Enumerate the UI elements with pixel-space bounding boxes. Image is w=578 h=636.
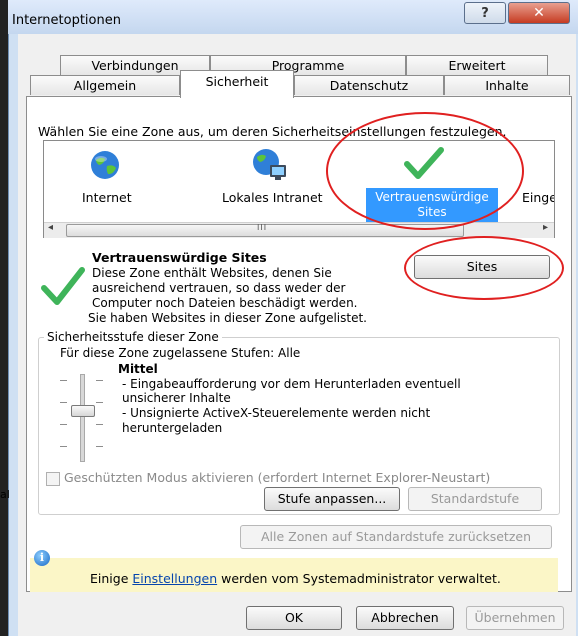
globe-icon	[91, 151, 119, 179]
help-button[interactable]: ?	[464, 2, 506, 24]
zone-vertrauenswuerdige-sites[interactable]	[404, 146, 444, 180]
background-text-fragment: al	[0, 488, 10, 501]
zone-label-eingeschraenkte-sites[interactable]: Einge	[522, 190, 554, 205]
security-level-slider[interactable]	[60, 372, 116, 462]
admin-info-prefix: Einige	[90, 571, 133, 586]
scroll-left-arrow[interactable]: ◂	[48, 222, 53, 233]
scrollbar-grip: III	[257, 223, 268, 232]
zone-lokales-intranet[interactable]	[252, 148, 288, 182]
admin-info-text: Einige Einstellungen werden vom Systemad…	[90, 571, 501, 586]
zone-info-checkmark	[40, 262, 86, 308]
level-description-1b: unsicherer Inhalte	[122, 391, 231, 405]
checkmark-icon	[41, 267, 85, 305]
level-description-1: - Eingabeaufforderung vor dem Herunterla…	[122, 377, 461, 391]
close-button[interactable]: ✕	[508, 2, 570, 24]
apply-button[interactable]: Übernehmen	[466, 606, 564, 630]
annotation-circle-sites-button	[404, 236, 564, 300]
close-icon: ✕	[533, 5, 545, 21]
ok-button[interactable]: OK	[246, 606, 342, 630]
tab-sicherheit[interactable]: Sicherheit	[180, 70, 294, 98]
window-title: Internetoptionen	[12, 13, 121, 28]
level-description-2b: heruntergeladen	[122, 421, 223, 435]
security-level-name: Mittel	[118, 362, 158, 376]
tab-allgemein[interactable]: Allgemein	[30, 75, 180, 95]
checkmark-icon	[404, 147, 444, 179]
zone-info-heading: Vertrauenswürdige Sites	[92, 250, 267, 265]
admin-info-suffix: werden vom Systemadministrator verwaltet…	[217, 571, 501, 586]
security-level-group-label: Sicherheitsstufe dieser Zone	[44, 330, 222, 344]
network-globe-icon	[253, 149, 286, 180]
custom-level-button[interactable]: Stufe anpassen...	[264, 487, 400, 511]
tab-inhalte[interactable]: Inhalte	[444, 75, 570, 95]
protected-mode-label: Geschützten Modus aktivieren (erfordert …	[64, 470, 491, 485]
help-icon: ?	[481, 5, 489, 21]
settings-link[interactable]: Einstellungen	[132, 571, 217, 586]
info-icon: i	[34, 550, 50, 566]
reset-all-zones-button[interactable]: Alle Zonen auf Standardstufe zurücksetze…	[240, 525, 552, 549]
level-description-2: - Unsignierte ActiveX-Steuerelemente wer…	[122, 406, 431, 420]
background-strip	[0, 0, 8, 636]
zone-info-line3: Computer noch Dateien beschädigt werden.	[92, 296, 358, 310]
cancel-button[interactable]: Abbrechen	[356, 606, 454, 630]
allowed-levels: Für diese Zone zugelassene Stufen: Alle	[60, 346, 301, 360]
tab-erweitert[interactable]: Erweitert	[406, 55, 548, 75]
zone-internet[interactable]	[90, 150, 120, 180]
scroll-right-arrow[interactable]: ▸	[543, 222, 548, 233]
zone-label-lokales-intranet: Lokales Intranet	[222, 190, 323, 205]
tab-datenschutz[interactable]: Datenschutz	[294, 75, 444, 95]
slider-thumb[interactable]	[71, 405, 95, 417]
protected-mode-checkbox[interactable]	[46, 472, 60, 486]
zone-label-internet: Internet	[82, 190, 132, 205]
zone-info-line1: Diese Zone enthält Websites, denen Sie	[92, 266, 332, 280]
zone-info-line2: ausreichend vertrauen, so dass weder der	[92, 281, 346, 295]
default-level-button[interactable]: Standardstufe	[408, 487, 542, 511]
zone-info-line4: Sie haben Websites in dieser Zone aufgel…	[88, 311, 367, 325]
